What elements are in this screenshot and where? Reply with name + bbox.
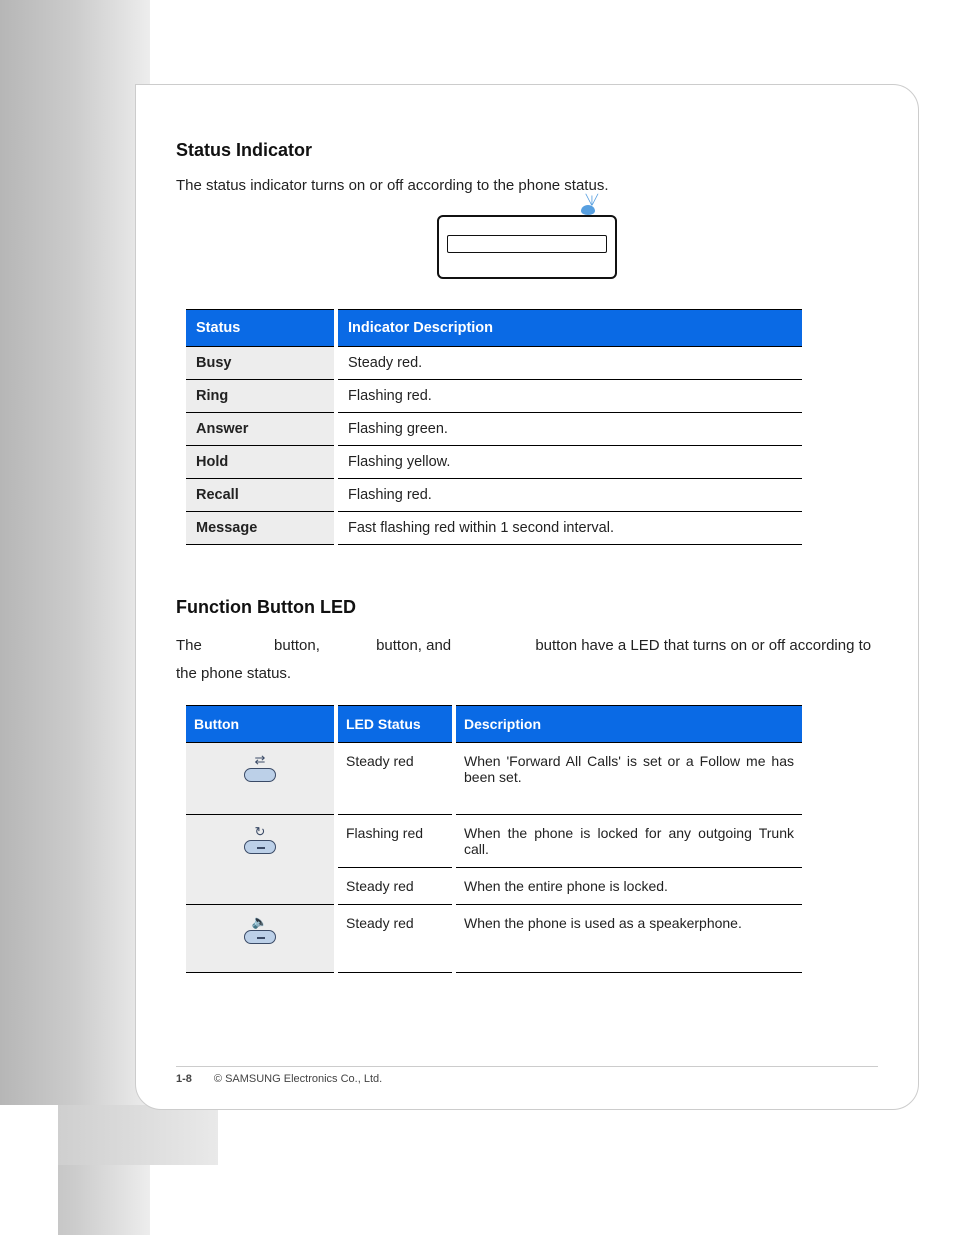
- status-indicator-table: Status Indicator Description BusySteady …: [186, 309, 802, 545]
- decorative: [58, 1105, 218, 1165]
- brand-logo: Enterprise IP Solutions OfficeServ: [170, 42, 370, 80]
- page-footer: 1-8 © SAMSUNG Electronics Co., Ltd.: [176, 1066, 878, 1085]
- table-row: RecallFlashing red.: [186, 478, 802, 511]
- page-content: Status Indicator The status indicator tu…: [176, 140, 878, 973]
- led-icon: [581, 205, 595, 215]
- table-row: RingFlashing red.: [186, 379, 802, 412]
- brand-wordmark: OfficeServ: [170, 51, 370, 80]
- function-led-table: Button LED Status Description ⇄: [186, 705, 802, 973]
- section2-intro: The button, button, and button have a LE…: [176, 632, 878, 688]
- table-row: ↻ Flashing red When the phone is locked …: [186, 815, 802, 868]
- section-heading-status-indicator: Status Indicator: [176, 140, 878, 161]
- section1-intro: The status indicator turns on or off acc…: [176, 175, 878, 197]
- decorative: [0, 1105, 58, 1235]
- speaker-icon: 🔈: [240, 915, 280, 946]
- copyright-text: © SAMSUNG Electronics Co., Ltd.: [214, 1073, 382, 1085]
- transfer-icon: ⇄: [240, 753, 280, 784]
- table-row: HoldFlashing yellow.: [186, 445, 802, 478]
- section-heading-function-led: Function Button LED: [176, 597, 878, 618]
- table-row: 🔈 Steady red When the phone is used as a…: [186, 905, 802, 973]
- redial-icon: ↻: [240, 825, 280, 856]
- col-button: Button: [186, 706, 336, 743]
- table-row: AnswerFlashing green.: [186, 412, 802, 445]
- col-description: Indicator Description: [336, 309, 802, 346]
- page-card: Status Indicator The status indicator tu…: [135, 84, 919, 1110]
- col-led-status: LED Status: [336, 706, 454, 743]
- col-status: Status: [186, 309, 336, 346]
- col-description: Description: [454, 706, 802, 743]
- table-row: BusySteady red.: [186, 346, 802, 379]
- decorative: [218, 1105, 954, 1235]
- page-number: 1-8: [176, 1073, 192, 1085]
- table-row: ⇄ Steady red When 'Forward All Calls' is…: [186, 743, 802, 815]
- phone-illustration: ╲ | ╱: [437, 215, 617, 279]
- table-row: MessageFast flashing red within 1 second…: [186, 511, 802, 544]
- left-gradient-band: [0, 0, 150, 1235]
